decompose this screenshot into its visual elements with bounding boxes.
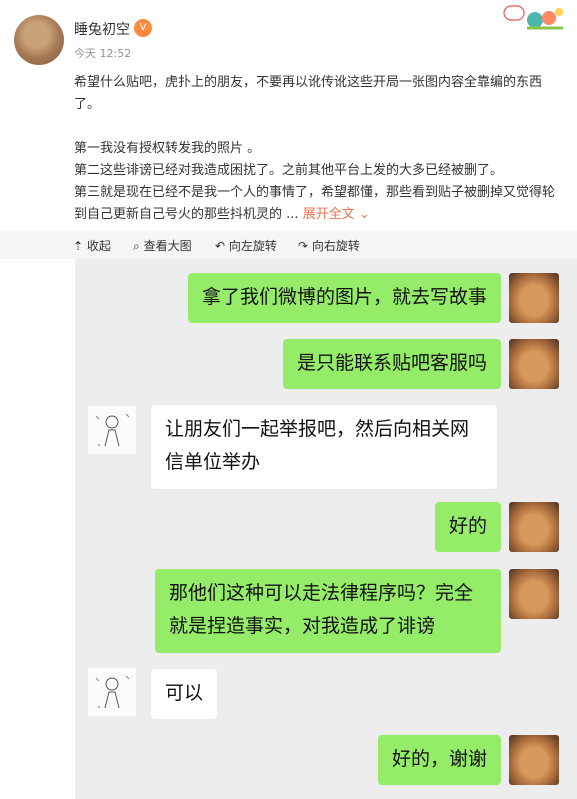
chat-bubble-outgoing: 好的 (434, 502, 501, 552)
chat-bubble-outgoing: 拿了我们微博的图片，就去写故事 (187, 273, 501, 323)
vip-badge-icon: V (134, 19, 152, 37)
sketch-figure-icon (95, 413, 130, 447)
rotate-left-icon: ↶ (215, 239, 226, 253)
avatar[interactable] (14, 15, 64, 65)
cat-avatar (509, 569, 559, 619)
cat-avatar (509, 273, 559, 323)
rotate-right-icon: ↷ (298, 239, 309, 253)
cat-avatar (509, 339, 559, 389)
ellipsis: ... (282, 207, 303, 222)
chat-bubble-incoming: 可以 (151, 669, 218, 719)
view-image-button[interactable]: ⌕ 查看大图 (133, 237, 192, 254)
collapse-label: 收起 (86, 239, 111, 253)
chat-bubble-outgoing: 好的，谢谢 (377, 735, 501, 785)
chevron-down-icon[interactable]: ⌄ (355, 207, 370, 222)
collapse-icon: ⇡ (73, 239, 84, 253)
chat-screenshot[interactable]: 拿了我们微博的图片，就去写故事 是只能联系贴吧客服吗 让朋友们一起举报吧，然后向… (75, 259, 577, 799)
sketch-avatar (87, 667, 137, 717)
post-paragraph: 第二这些诽谤已经对我造成困扰了。之前其他平台上发的大多已经被删了。 (74, 163, 504, 178)
chat-bubble-incoming: 让朋友们一起举报吧，然后向相关网信单位举办 (151, 405, 497, 489)
rotate-left-label: 向左旋转 (228, 239, 277, 253)
rotate-right-label: 向右旋转 (311, 239, 360, 253)
chat-bubble-outgoing: 那他们这种可以走法律程序吗？完全就是捏造事实，对我造成了诽谤 (155, 569, 501, 653)
view-image-label: 查看大图 (143, 239, 192, 253)
post-header: 睡兔初空 V 今天 12:52 (0, 0, 577, 70)
search-icon: ⌕ (133, 239, 140, 253)
image-toolbar: ⇡ 收起 ⌕ 查看大图 ↶ 向左旋转 ↷ 向右旋转 (0, 231, 577, 259)
cat-avatar (509, 735, 559, 785)
decoration-sticker-icon (503, 5, 563, 30)
rotate-right-button[interactable]: ↷ 向右旋转 (298, 237, 360, 254)
post-paragraph: 第三就是现在已经不是我一个人的事情了，希望都懂，那些看到贴子被删掉又觉得轮到自己… (74, 182, 564, 226)
chat-bubble-outgoing: 是只能联系贴吧客服吗 (282, 339, 501, 389)
cat-avatar (509, 502, 559, 552)
sketch-figure-icon (95, 675, 130, 709)
username[interactable]: 睡兔初空 (74, 19, 130, 39)
post-paragraph: 希望什么贴吧，虎扑上的朋友，不要再以讹传讹这些开局一张图内容全靠编的东西了。 (74, 75, 543, 112)
post-text: 希望什么贴吧，虎扑上的朋友，不要再以讹传讹这些开局一张图内容全靠编的东西了。 第… (74, 72, 564, 226)
sketch-avatar (87, 405, 137, 455)
post-paragraph: 第一我没有授权转发我的照片 。 (74, 141, 261, 156)
rotate-left-button[interactable]: ↶ 向左旋转 (215, 237, 277, 254)
expand-link[interactable]: 展开全文 (303, 207, 355, 222)
post-time: 今天 12:52 (74, 47, 132, 60)
collapse-button[interactable]: ⇡ 收起 (73, 237, 111, 254)
